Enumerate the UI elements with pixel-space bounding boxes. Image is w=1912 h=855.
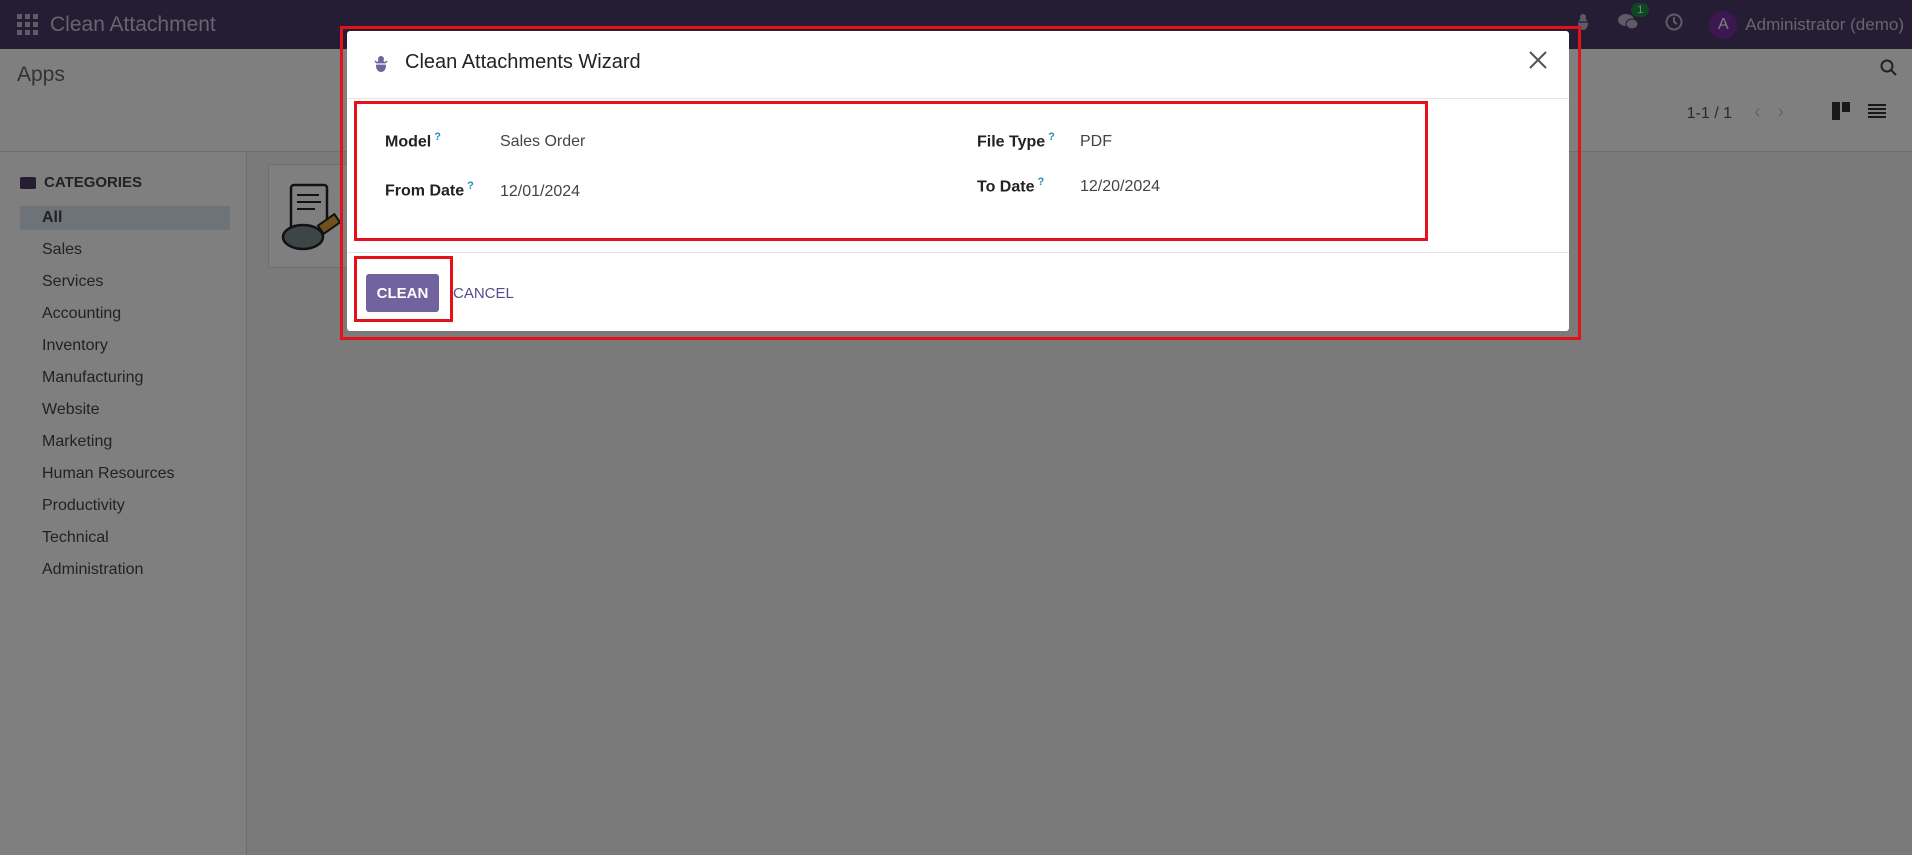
modal-footer: CLEAN CANCEL bbox=[347, 253, 1569, 331]
model-label: Model? bbox=[385, 131, 441, 151]
to-date-label-text: To Date bbox=[977, 178, 1035, 196]
file-type-label-text: File Type bbox=[977, 133, 1046, 151]
from-date-field[interactable]: 12/01/2024 bbox=[500, 183, 580, 201]
modal-title: Clean Attachments Wizard bbox=[405, 51, 641, 73]
file-type-label: File Type? bbox=[977, 131, 1055, 151]
from-date-label-text: From Date bbox=[385, 182, 465, 200]
model-help-icon[interactable]: ? bbox=[434, 131, 441, 143]
file-type-field[interactable]: PDF bbox=[1080, 133, 1112, 151]
model-field[interactable]: Sales Order bbox=[500, 133, 585, 151]
close-icon[interactable] bbox=[1527, 49, 1549, 71]
to-date-help-icon[interactable]: ? bbox=[1037, 176, 1044, 188]
clean-attachments-dialog: Clean Attachments Wizard Model? Sales Or… bbox=[347, 31, 1569, 331]
from-date-help-icon[interactable]: ? bbox=[467, 180, 474, 192]
modal-header: Clean Attachments Wizard bbox=[347, 31, 1569, 99]
modal-body: Model? Sales Order From Date? 12/01/2024… bbox=[347, 99, 1569, 253]
to-date-label: To Date? bbox=[977, 176, 1044, 196]
to-date-field[interactable]: 12/20/2024 bbox=[1080, 178, 1160, 196]
file-type-help-icon[interactable]: ? bbox=[1048, 131, 1055, 143]
model-label-text: Model bbox=[385, 133, 432, 151]
cancel-button[interactable]: CANCEL bbox=[453, 274, 514, 312]
clean-button[interactable]: CLEAN bbox=[366, 274, 439, 312]
from-date-label: From Date? bbox=[385, 180, 474, 200]
bug-icon bbox=[374, 56, 388, 72]
